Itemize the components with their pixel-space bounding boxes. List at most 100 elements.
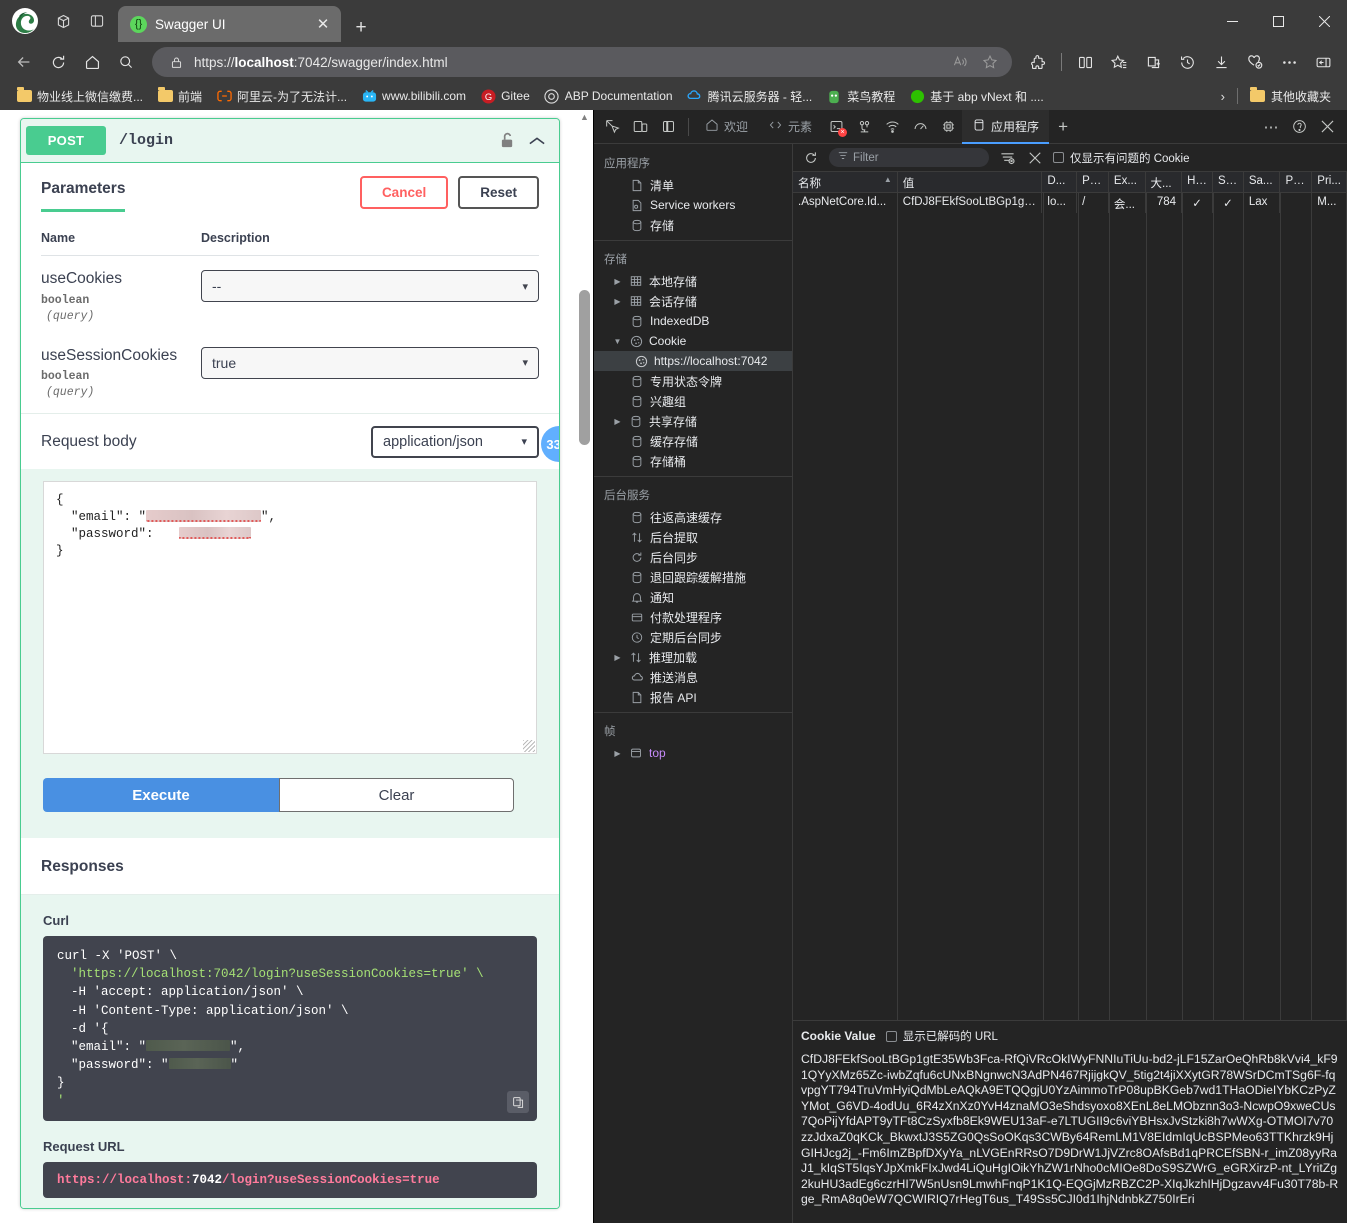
add-panel-icon[interactable]: +	[1049, 113, 1077, 141]
sidebar-item-bounce-tracking-mitigations[interactable]: 退回跟踪缓解措施	[594, 567, 792, 587]
browser-tab[interactable]: {} Swagger UI ✕	[118, 6, 341, 42]
devtools-close-icon[interactable]	[1313, 113, 1341, 141]
sidebar-item-push-messaging[interactable]: 推送消息	[594, 667, 792, 687]
bookmark-item[interactable]: 阿里云-为了无法计...	[210, 85, 353, 108]
settings-more-icon[interactable]	[1273, 46, 1305, 78]
sidebar-item-back-forward-cache[interactable]: 往返高速缓存	[594, 507, 792, 527]
downloads-icon[interactable]	[1205, 46, 1237, 78]
checkbox-icon[interactable]	[1053, 152, 1064, 163]
sidebar-item-storage-buckets[interactable]: 存储桶	[594, 451, 792, 471]
checkbox-icon[interactable]	[885, 1030, 897, 1042]
column-header-expires[interactable]: Ex...	[1109, 172, 1146, 192]
browser-essentials-icon[interactable]	[1239, 46, 1271, 78]
scroll-up-arrow-icon[interactable]: ▲	[579, 112, 590, 123]
tab-application[interactable]: 应用程序	[962, 109, 1050, 144]
sidebar-item-payment-handler[interactable]: 付款处理程序	[594, 607, 792, 627]
sidebar-item-indexeddb[interactable]: IndexedDB	[594, 311, 792, 331]
column-header-domain[interactable]: D...	[1042, 172, 1078, 192]
bookmarks-overflow-chevron-icon[interactable]: ›	[1215, 89, 1231, 104]
memory-icon[interactable]	[934, 113, 962, 141]
back-icon[interactable]	[8, 46, 40, 78]
window-maximize-button[interactable]	[1255, 0, 1301, 42]
execute-button[interactable]: Execute	[43, 778, 279, 813]
tab-elements[interactable]: 元素	[758, 110, 822, 144]
home-icon[interactable]	[76, 46, 108, 78]
bookmark-item[interactable]: www.bilibili.com	[355, 85, 472, 107]
read-aloud-icon[interactable]	[946, 48, 974, 76]
tab-close-icon[interactable]: ✕	[313, 14, 333, 34]
window-close-button[interactable]	[1301, 0, 1347, 42]
refresh-icon[interactable]	[801, 148, 821, 168]
show-decoded-url-toggle[interactable]: 显示已解码的 URL	[885, 1028, 998, 1044]
tab-parameters[interactable]: Parameters	[41, 180, 126, 212]
sidebar-item-frame-top[interactable]: ▶ top	[594, 743, 792, 763]
window-minimize-button[interactable]	[1209, 0, 1255, 42]
devtools-more-icon[interactable]: ⋯	[1257, 113, 1285, 141]
opblock-summary[interactable]: POST /login	[21, 119, 559, 163]
extensions-icon[interactable]	[1022, 46, 1054, 78]
reload-icon[interactable]	[42, 46, 74, 78]
sidebar-item-reporting-api[interactable]: 报告 API	[594, 687, 792, 707]
inspect-element-icon[interactable]	[598, 113, 626, 141]
bookmark-item[interactable]: 腾讯云服务器 - 轻...	[681, 85, 819, 108]
address-bar[interactable]: https://localhost:7042/swagger/index.htm…	[152, 47, 1012, 77]
sidebar-item-service-workers[interactable]: Service workers	[594, 195, 792, 215]
network-icon[interactable]	[878, 113, 906, 141]
sidebar-toggle-icon[interactable]	[1307, 46, 1339, 78]
table-row[interactable]: .AspNetCore.Id... CfDJ8FEkfSooLtBGp1gtE.…	[793, 193, 1347, 213]
page-scrollbar-thumb[interactable]	[579, 290, 590, 445]
search-icon[interactable]	[110, 46, 142, 78]
column-header-path[interactable]: Pa...	[1077, 172, 1109, 192]
favorite-star-icon[interactable]	[976, 48, 1004, 76]
sidebar-item-storage[interactable]: 存储	[594, 215, 792, 235]
collapse-arrow-icon[interactable]: ▼	[612, 337, 623, 346]
bookmark-item[interactable]: 基于 abp vNext 和 ....	[903, 85, 1049, 108]
bookmark-item[interactable]: ABP Documentation	[538, 85, 679, 107]
column-header-size[interactable]: 大...	[1146, 172, 1183, 192]
sidebar-item-background-fetch[interactable]: 后台提取	[594, 527, 792, 547]
bookmark-item[interactable]: G Gitee	[474, 85, 536, 107]
split-view-icon[interactable]	[1069, 46, 1101, 78]
sidebar-item-local-storage[interactable]: ▶ 本地存储	[594, 271, 792, 291]
sidebar-item-shared-storage[interactable]: ▶ 共享存储	[594, 411, 792, 431]
dock-side-icon[interactable]	[654, 113, 682, 141]
chevron-up-icon[interactable]	[526, 130, 548, 152]
filter-input[interactable]: Filter	[829, 148, 989, 167]
column-header-httponly[interactable]: Ht...	[1182, 172, 1213, 192]
column-header-priority[interactable]: Pri...	[1312, 172, 1347, 192]
sidebar-item-background-sync[interactable]: 后台同步	[594, 547, 792, 567]
add-to-collection-icon[interactable]	[1137, 46, 1169, 78]
sidebar-item-periodic-background-sync[interactable]: 定期后台同步	[594, 627, 792, 647]
sidebar-item-session-storage[interactable]: ▶ 会话存储	[594, 291, 792, 311]
sidebar-item-speculative-loads[interactable]: ▶ 推理加载	[594, 647, 792, 667]
clear-all-cookies-icon[interactable]	[1025, 148, 1045, 168]
bookmark-item[interactable]: 前端	[151, 85, 208, 108]
column-header-partition[interactable]: Pa...	[1280, 172, 1313, 192]
expand-arrow-icon[interactable]: ▶	[612, 277, 623, 286]
sidebar-item-cookie-origin[interactable]: https://localhost:7042	[594, 351, 792, 371]
bookmark-item[interactable]: 物业线上微信缴费...	[10, 85, 149, 108]
unlock-icon[interactable]	[496, 130, 518, 152]
sources-icon[interactable]	[850, 113, 878, 141]
cancel-button[interactable]: Cancel	[359, 175, 449, 209]
column-header-value[interactable]: 值	[898, 172, 1043, 192]
tab-welcome[interactable]: 欢迎	[695, 110, 758, 144]
sidebar-item-cache-storage[interactable]: 缓存存储	[594, 431, 792, 451]
sidebar-item-notifications[interactable]: 通知	[594, 587, 792, 607]
column-header-name[interactable]: 名称 ▲	[793, 172, 898, 192]
expand-arrow-icon[interactable]: ▶	[612, 653, 623, 662]
clear-button[interactable]: Clear	[279, 778, 514, 813]
expand-arrow-icon[interactable]: ▶	[612, 417, 623, 426]
use-cookies-select[interactable]: -- ▾	[201, 270, 539, 302]
new-tab-button[interactable]: +	[347, 14, 375, 42]
history-icon[interactable]	[1171, 46, 1203, 78]
collections-icon[interactable]	[1103, 46, 1135, 78]
split-screen-icon[interactable]	[82, 6, 112, 36]
reset-button[interactable]: Reset	[458, 175, 539, 209]
page-scrollbar[interactable]: ▲	[576, 110, 593, 1223]
copy-icon[interactable]	[507, 1091, 529, 1114]
other-favorites-button[interactable]: 其他收藏夹	[1244, 85, 1337, 108]
request-body-editor[interactable]: { "email": " ", "password": }	[43, 481, 537, 755]
sidebar-item-private-state-tokens[interactable]: 专用状态令牌	[594, 371, 792, 391]
column-header-secure[interactable]: Se...	[1213, 172, 1244, 192]
